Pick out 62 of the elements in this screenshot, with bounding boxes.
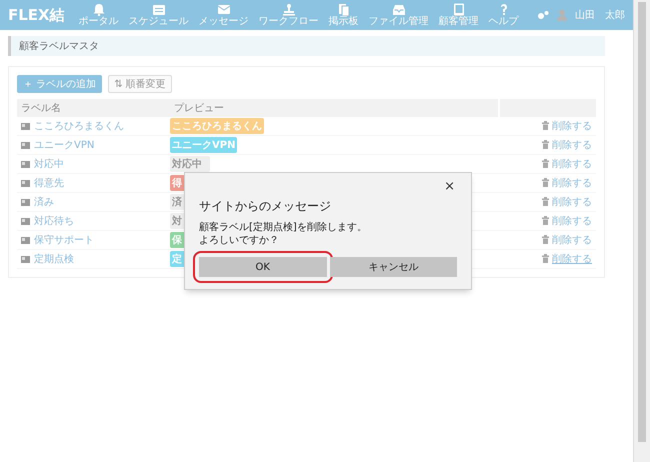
nav-item[interactable]: ヘルプ bbox=[486, 2, 521, 28]
label-name-link[interactable]: ユニークVPN bbox=[21, 138, 94, 152]
delete-link[interactable]: 削除する bbox=[542, 194, 592, 209]
trash-icon bbox=[542, 121, 549, 130]
nav-item[interactable]: ポータル bbox=[76, 2, 121, 28]
label-preview-badge: 対応中 bbox=[170, 156, 210, 172]
label-icon bbox=[21, 218, 30, 224]
label-icon bbox=[21, 198, 30, 206]
label-name-link[interactable]: こころひろまるくん bbox=[21, 119, 124, 133]
nav-item[interactable]: ファイル管理 bbox=[366, 2, 431, 28]
label-preview-badge: ユニークVPN bbox=[170, 137, 238, 153]
reorder-button[interactable]: ⇅ 順番変更 bbox=[108, 75, 172, 93]
delete-link[interactable]: 削除する bbox=[542, 138, 592, 152]
label-name-link[interactable]: 得意先 bbox=[21, 176, 64, 190]
calendar-icon bbox=[152, 2, 166, 16]
nav-item[interactable]: 掲示板 bbox=[326, 2, 361, 28]
label-name-link[interactable]: 保守サポート bbox=[21, 233, 94, 247]
label-icon bbox=[21, 142, 30, 148]
trash-icon bbox=[542, 178, 549, 188]
trash-icon bbox=[542, 254, 549, 264]
nav-item[interactable]: ワークフロー bbox=[256, 2, 321, 28]
inbox-icon bbox=[392, 2, 406, 16]
trash-icon bbox=[542, 140, 549, 150]
tablet-icon bbox=[452, 2, 466, 16]
delete-link[interactable]: 削除する bbox=[542, 156, 592, 171]
label-name-link[interactable]: 対応待ち bbox=[21, 214, 74, 228]
add-label-button[interactable]: ＋ ラベルの追加 bbox=[17, 75, 102, 93]
page-title: 顧客ラベルマスタ bbox=[8, 36, 605, 56]
delete-link[interactable]: 削除する bbox=[542, 252, 592, 266]
trash-icon bbox=[542, 197, 549, 206]
ok-button[interactable]: OK bbox=[199, 257, 326, 277]
column-header: プレビュー bbox=[170, 99, 499, 117]
app-logo[interactable]: FLEX結 bbox=[8, 6, 65, 24]
label-icon bbox=[21, 122, 30, 130]
nav-item[interactable]: スケジュール bbox=[126, 2, 191, 28]
delete-link[interactable]: 削除する bbox=[542, 232, 592, 247]
label-icon bbox=[21, 180, 30, 186]
envelope-icon bbox=[216, 2, 231, 16]
label-icon bbox=[21, 236, 30, 244]
scrollbar[interactable] bbox=[633, 0, 650, 462]
nav-item[interactable]: メッセージ bbox=[196, 2, 251, 28]
trash-icon bbox=[542, 159, 549, 168]
label-name-link[interactable]: 済み bbox=[21, 195, 54, 209]
trash-icon bbox=[542, 235, 549, 244]
close-button[interactable]: × bbox=[442, 179, 457, 194]
delete-link[interactable]: 削除する bbox=[542, 118, 592, 133]
label-preview-badge: こころひろまるくん bbox=[170, 118, 264, 134]
stamp-icon bbox=[282, 2, 296, 16]
nav-item[interactable]: 顧客管理 bbox=[436, 2, 481, 28]
delete-link[interactable]: 削除する bbox=[542, 176, 592, 190]
trash-icon bbox=[542, 216, 549, 226]
delete-link[interactable]: 削除する bbox=[542, 214, 592, 228]
label-icon bbox=[21, 160, 30, 168]
cancel-button[interactable]: キャンセル bbox=[330, 257, 457, 277]
label-icon bbox=[21, 256, 30, 262]
column-header: ラベル名 bbox=[17, 99, 170, 117]
label-name-link[interactable]: 対応中 bbox=[21, 157, 64, 171]
bell-icon bbox=[92, 2, 106, 16]
documents-icon bbox=[336, 2, 351, 16]
label-name-link[interactable]: 定期点検 bbox=[21, 252, 74, 266]
user-avatar-icon bbox=[557, 9, 567, 21]
user-name[interactable]: 山田 太郎 bbox=[575, 8, 625, 22]
